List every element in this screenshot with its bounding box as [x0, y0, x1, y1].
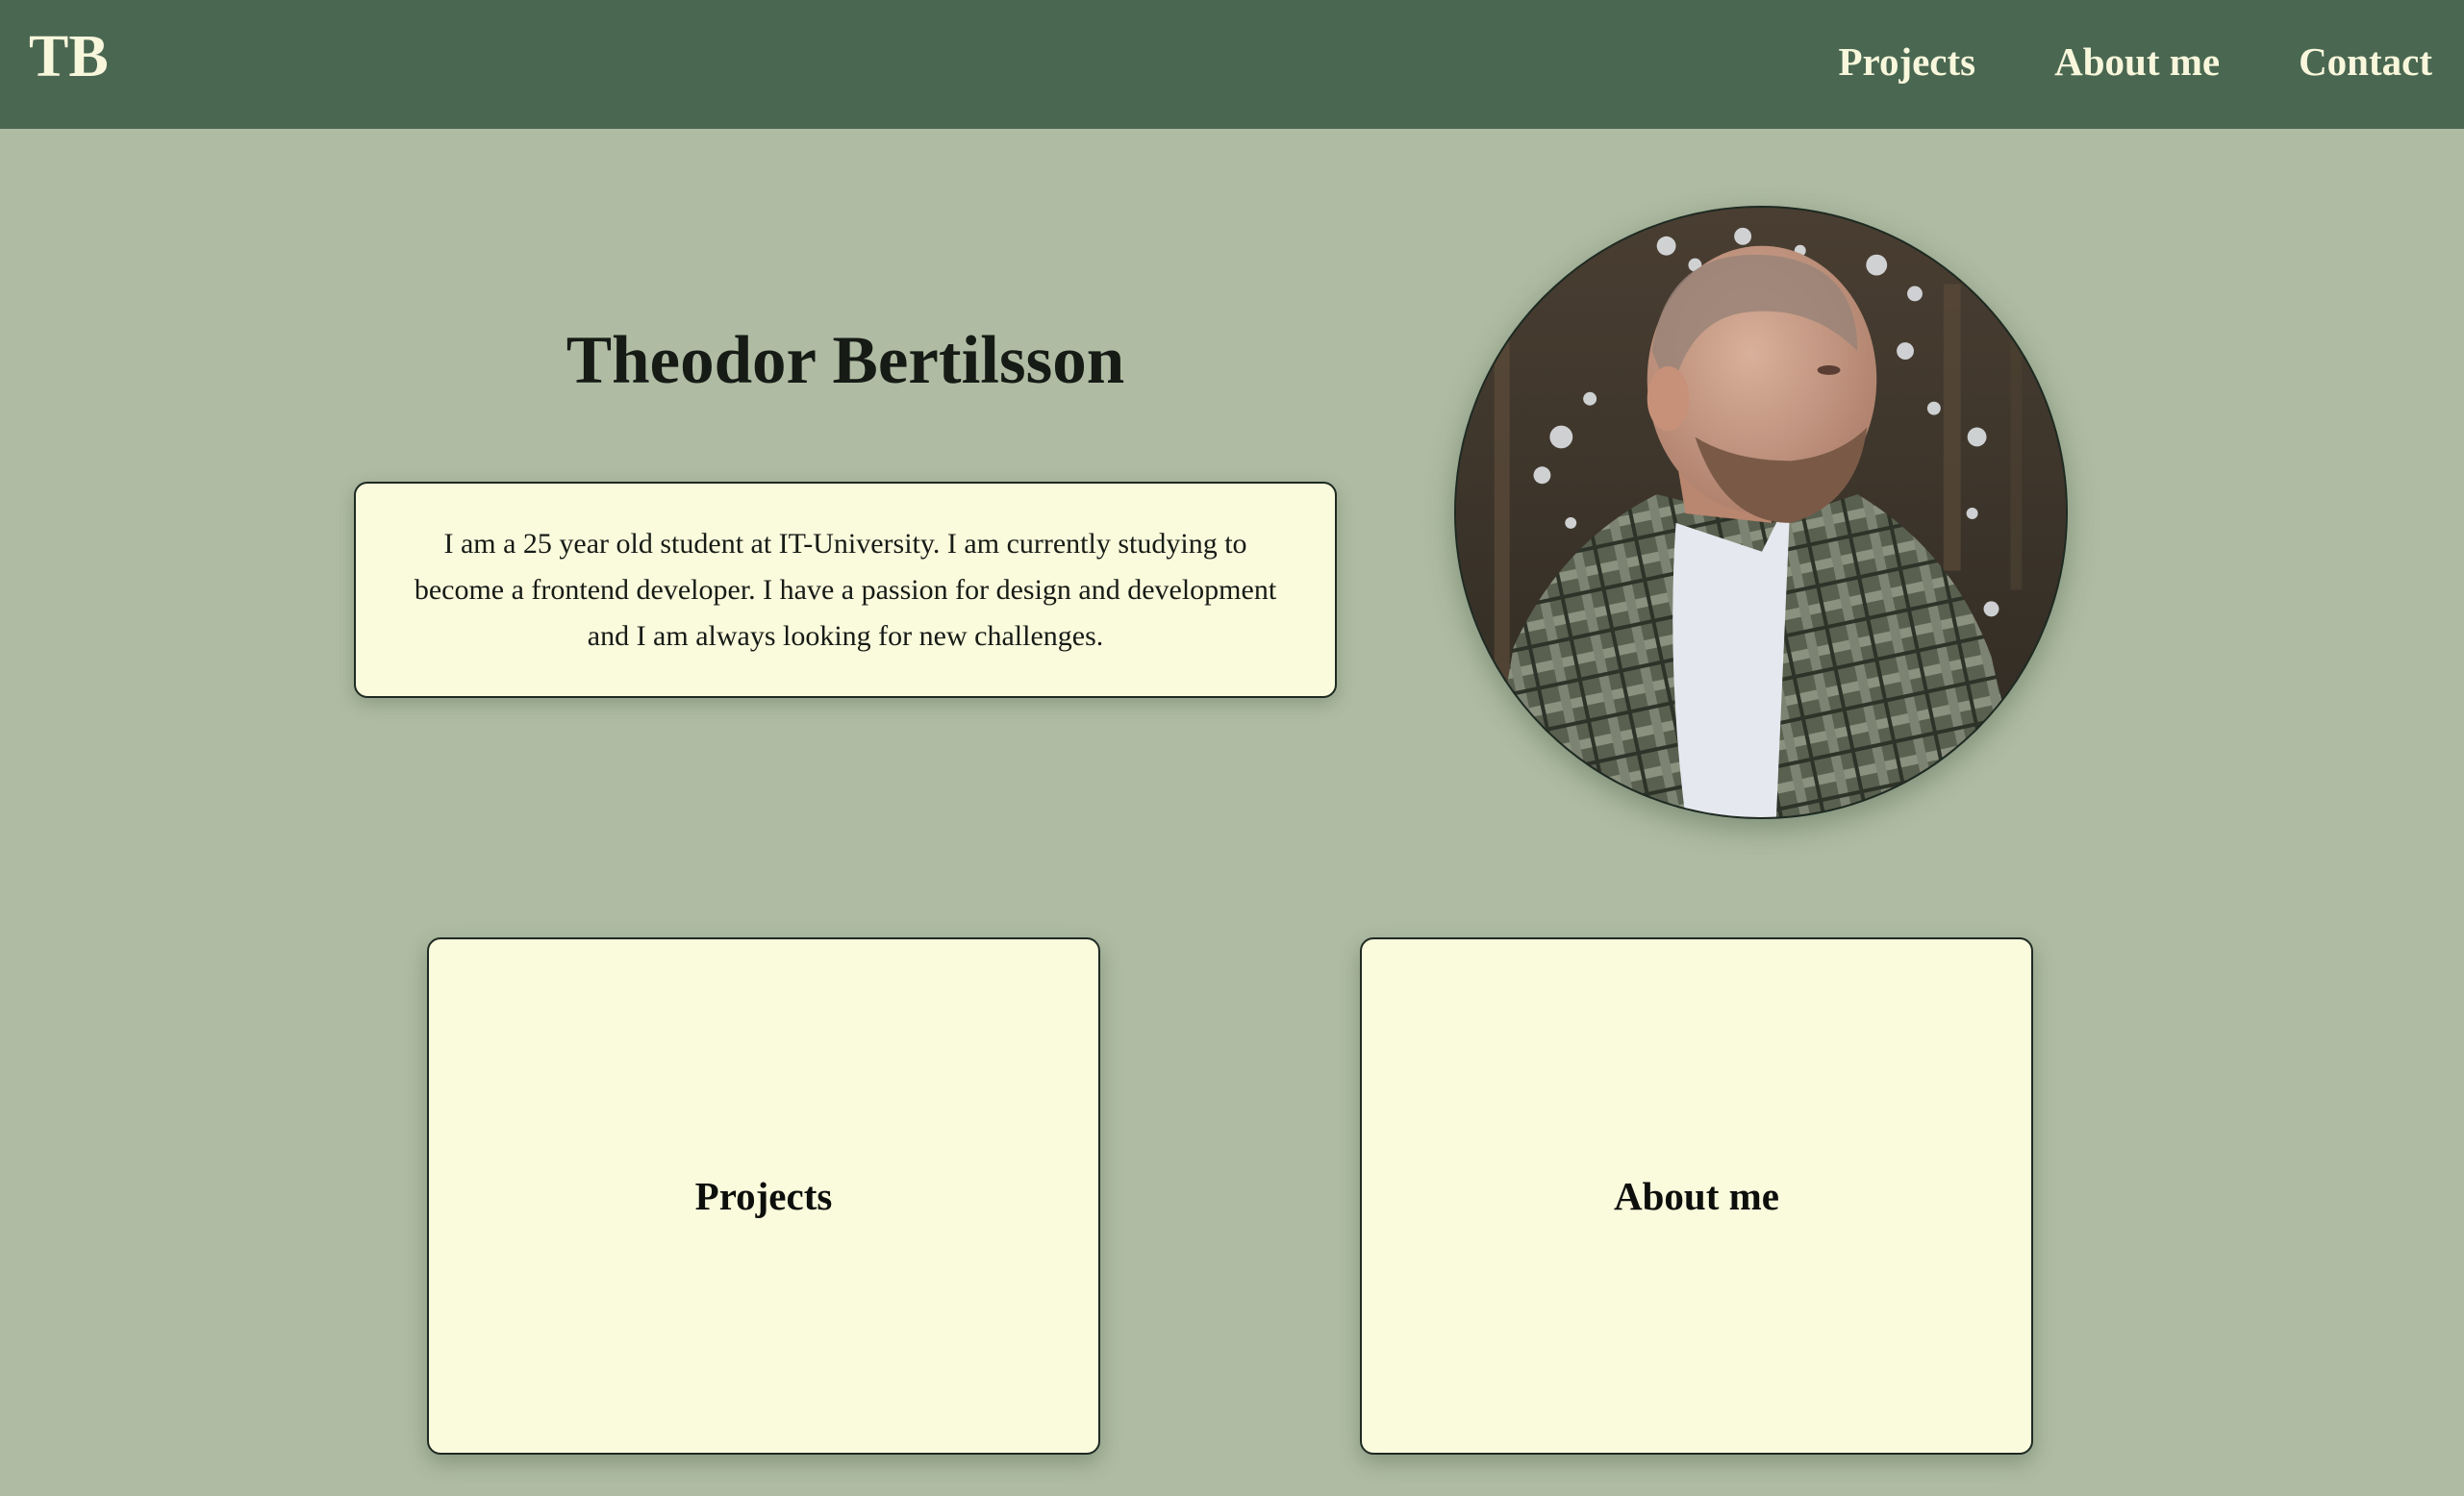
- intro-box: I am a 25 year old student at IT-Univers…: [354, 482, 1337, 698]
- about-me-card-label: About me: [1614, 1173, 1779, 1218]
- nav-link-about-me[interactable]: About me: [2054, 42, 2220, 82]
- site-header: TB Projects About me Contact: [0, 0, 2464, 129]
- projects-card-label: Projects: [694, 1173, 833, 1218]
- nav-link-contact[interactable]: Contact: [2299, 42, 2432, 82]
- projects-card[interactable]: Projects: [427, 937, 1100, 1455]
- main-nav: Projects About me Contact: [1838, 42, 2432, 82]
- logo[interactable]: TB: [29, 27, 109, 87]
- intro-text: I am a 25 year old student at IT-Univers…: [414, 527, 1277, 652]
- nav-link-projects[interactable]: Projects: [1838, 42, 1975, 82]
- page-title: Theodor Bertilsson: [566, 323, 1125, 398]
- profile-photo: [1454, 206, 2068, 819]
- about-me-card[interactable]: About me: [1360, 937, 2033, 1455]
